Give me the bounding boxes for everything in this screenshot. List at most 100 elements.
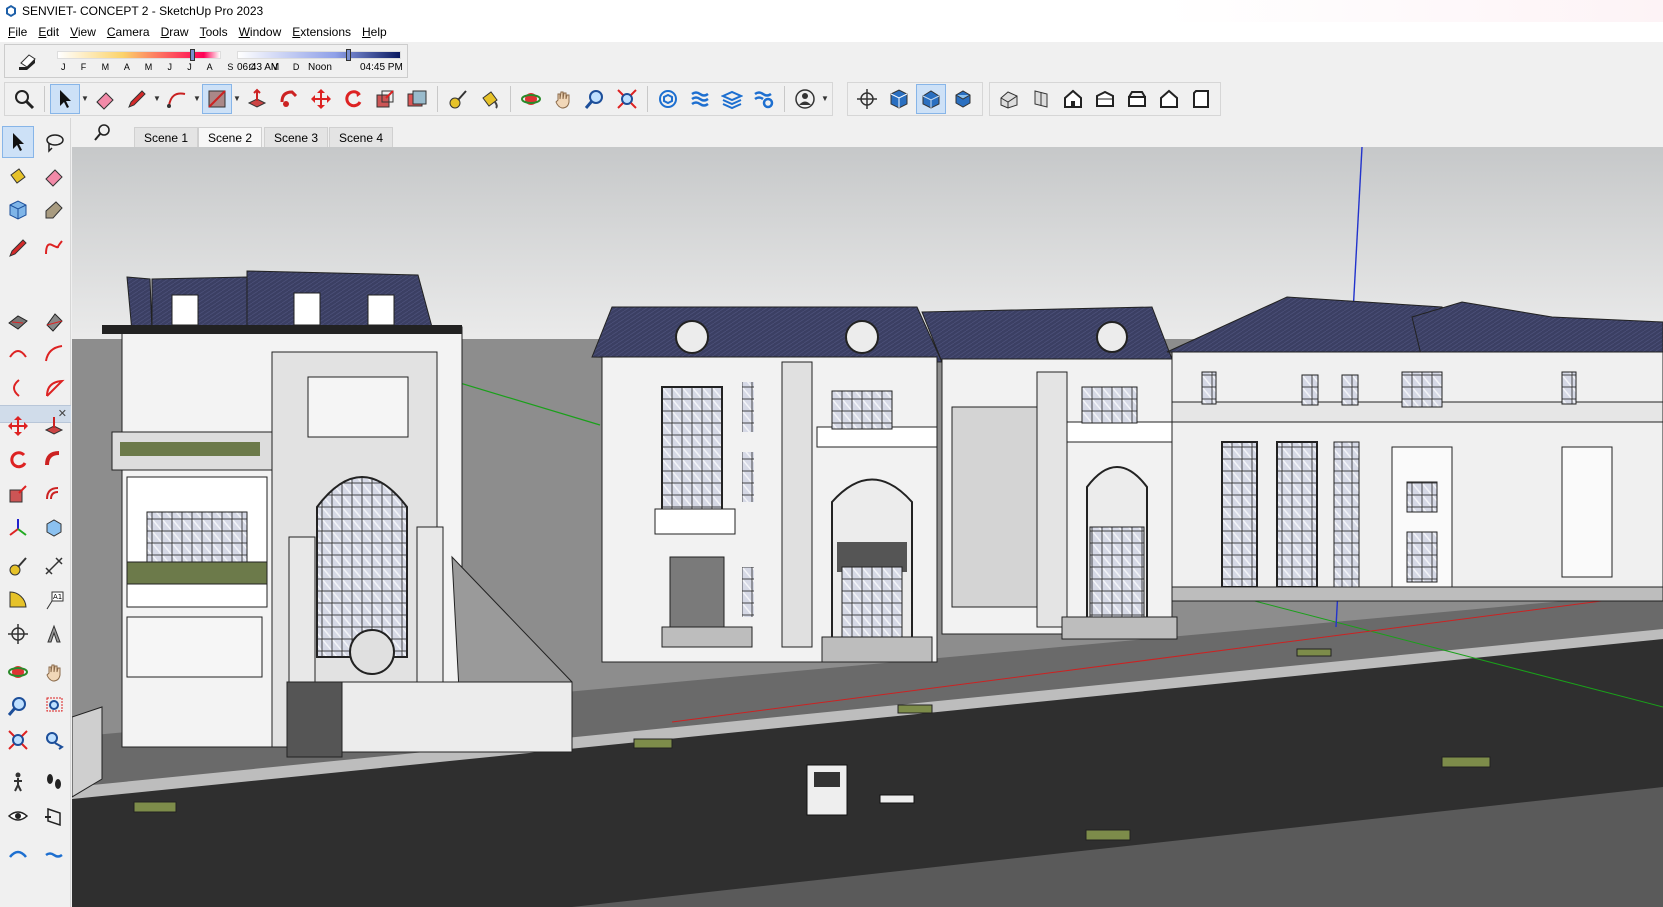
left-section-plane-tool[interactable] bbox=[38, 800, 70, 832]
extension-manager-button[interactable] bbox=[749, 84, 779, 114]
extension-warehouse-button[interactable] bbox=[685, 84, 715, 114]
left-tag-tool[interactable] bbox=[38, 194, 70, 226]
left-push-pull-tool[interactable] bbox=[38, 410, 70, 442]
offset-tool[interactable] bbox=[402, 84, 432, 114]
left-dimension-tool[interactable] bbox=[38, 550, 70, 582]
warehouse-button[interactable] bbox=[653, 84, 683, 114]
menu-camera[interactable]: Camera bbox=[103, 25, 157, 39]
menu-tools[interactable]: Tools bbox=[196, 25, 235, 39]
menu-view[interactable]: View bbox=[66, 25, 103, 39]
left-zoom-window-tool[interactable] bbox=[38, 690, 70, 722]
select-dropdown[interactable]: ▼ bbox=[81, 84, 89, 114]
left-freehand-tool[interactable] bbox=[38, 232, 70, 264]
left-3d-text-tool[interactable] bbox=[38, 618, 70, 650]
left-pie-tool[interactable] bbox=[38, 372, 70, 404]
left-follow-me-tool[interactable] bbox=[38, 444, 70, 476]
shape-tool[interactable] bbox=[202, 83, 232, 114]
rotate-tool[interactable] bbox=[338, 84, 368, 114]
menu-window[interactable]: Window bbox=[235, 25, 289, 39]
left-component-tool[interactable] bbox=[2, 194, 34, 226]
freehand-squiggle-icon bbox=[45, 240, 63, 255]
select-tool[interactable] bbox=[50, 83, 80, 114]
left-axes-tool-2[interactable] bbox=[2, 618, 34, 650]
zoom-extents-button[interactable] bbox=[9, 84, 39, 114]
position-camera-button[interactable] bbox=[852, 84, 882, 114]
zoom-tool[interactable] bbox=[580, 84, 610, 114]
right-view-button[interactable] bbox=[1090, 84, 1120, 114]
left-view-button[interactable] bbox=[1154, 84, 1184, 114]
left-walk-tool[interactable] bbox=[38, 766, 70, 798]
arc-tool[interactable] bbox=[162, 84, 192, 114]
left-tape-tool[interactable] bbox=[2, 550, 34, 582]
left-rectangle-tool[interactable] bbox=[2, 306, 34, 338]
iso-view-button[interactable] bbox=[994, 84, 1024, 114]
search-icon[interactable] bbox=[92, 123, 112, 143]
left-eraser-tool[interactable] bbox=[38, 160, 70, 192]
left-previous-view-tool[interactable] bbox=[38, 724, 70, 756]
left-protractor-tool[interactable] bbox=[2, 584, 34, 616]
left-lasso-tool[interactable] bbox=[38, 126, 70, 158]
iso-view[interactable] bbox=[916, 83, 946, 114]
account-button[interactable] bbox=[790, 84, 820, 114]
shadows-toggle-icon[interactable] bbox=[15, 51, 39, 71]
left-text-tool[interactable]: A1 bbox=[38, 584, 70, 616]
scene-tab-2[interactable]: Scene 2 bbox=[198, 127, 263, 147]
left-zoom-extents-tool[interactable] bbox=[2, 724, 34, 756]
left-offset-tool[interactable] bbox=[38, 478, 70, 510]
left-axes-tool[interactable] bbox=[2, 512, 34, 544]
time-slider-thumb[interactable] bbox=[345, 49, 351, 61]
top-view-button[interactable] bbox=[1026, 84, 1056, 114]
orbit-tool[interactable] bbox=[516, 84, 546, 114]
menu-edit[interactable]: Edit bbox=[34, 25, 66, 39]
left-extensions-tool[interactable] bbox=[38, 838, 70, 870]
left-arc-tool[interactable] bbox=[2, 338, 34, 370]
left-position-camera-tool[interactable] bbox=[2, 766, 34, 798]
bottom-view-button[interactable] bbox=[1186, 84, 1216, 114]
line-dropdown[interactable]: ▼ bbox=[153, 84, 161, 114]
menu-file[interactable]: File bbox=[4, 25, 34, 39]
paint-bucket-tool[interactable] bbox=[475, 84, 505, 114]
send-to-layout-button[interactable] bbox=[717, 84, 747, 114]
scene-tab-3[interactable]: Scene 3 bbox=[264, 127, 329, 147]
left-scale-tool[interactable] bbox=[2, 478, 34, 510]
left-move-tool[interactable] bbox=[2, 410, 34, 442]
left-look-around-tool[interactable] bbox=[2, 800, 34, 832]
left-paint-tool[interactable] bbox=[2, 160, 34, 192]
push-pull-tool[interactable] bbox=[242, 84, 272, 114]
menu-draw[interactable]: Draw bbox=[157, 25, 196, 39]
follow-me-tool[interactable] bbox=[274, 84, 304, 114]
move-tool[interactable] bbox=[306, 84, 336, 114]
account-dropdown[interactable]: ▼ bbox=[821, 84, 829, 114]
scale-tool[interactable] bbox=[370, 84, 400, 114]
eraser-tool[interactable] bbox=[90, 84, 120, 114]
scene-tab-4[interactable]: Scene 4 bbox=[329, 127, 394, 147]
left-rotated-rectangle-tool[interactable] bbox=[38, 306, 70, 338]
model-viewport[interactable] bbox=[72, 147, 1663, 907]
back-view-button[interactable] bbox=[1122, 84, 1152, 114]
left-3pt-arc-tool[interactable] bbox=[2, 372, 34, 404]
zoom-extents-tool[interactable] bbox=[612, 84, 642, 114]
left-warehouse-tool[interactable] bbox=[2, 838, 34, 870]
tape-measure-tool[interactable] bbox=[443, 84, 473, 114]
scene-tab-1[interactable]: Scene 1 bbox=[134, 127, 199, 147]
left-select-tool[interactable] bbox=[2, 126, 34, 158]
left-zoom-tool[interactable] bbox=[2, 690, 34, 722]
menu-help[interactable]: Help bbox=[358, 25, 394, 39]
left-section-tool[interactable] bbox=[38, 512, 70, 544]
front-view-button[interactable] bbox=[1058, 84, 1088, 114]
pan-tool[interactable] bbox=[548, 84, 578, 114]
top-view[interactable] bbox=[948, 84, 978, 114]
section-plane-button[interactable] bbox=[884, 84, 914, 114]
month-slider[interactable] bbox=[57, 51, 221, 59]
time-slider[interactable] bbox=[237, 51, 401, 59]
left-rotate-tool[interactable] bbox=[2, 444, 34, 476]
arc-dropdown[interactable]: ▼ bbox=[193, 84, 201, 114]
left-2pt-arc-tool[interactable] bbox=[38, 338, 70, 370]
menu-extensions[interactable]: Extensions bbox=[288, 25, 358, 39]
left-pan-tool[interactable] bbox=[38, 656, 70, 688]
line-tool[interactable] bbox=[122, 84, 152, 114]
month-slider-thumb[interactable] bbox=[189, 49, 195, 61]
shape-dropdown[interactable]: ▼ bbox=[233, 84, 241, 114]
left-line-tool[interactable] bbox=[2, 232, 34, 264]
left-orbit-tool[interactable] bbox=[2, 656, 34, 688]
